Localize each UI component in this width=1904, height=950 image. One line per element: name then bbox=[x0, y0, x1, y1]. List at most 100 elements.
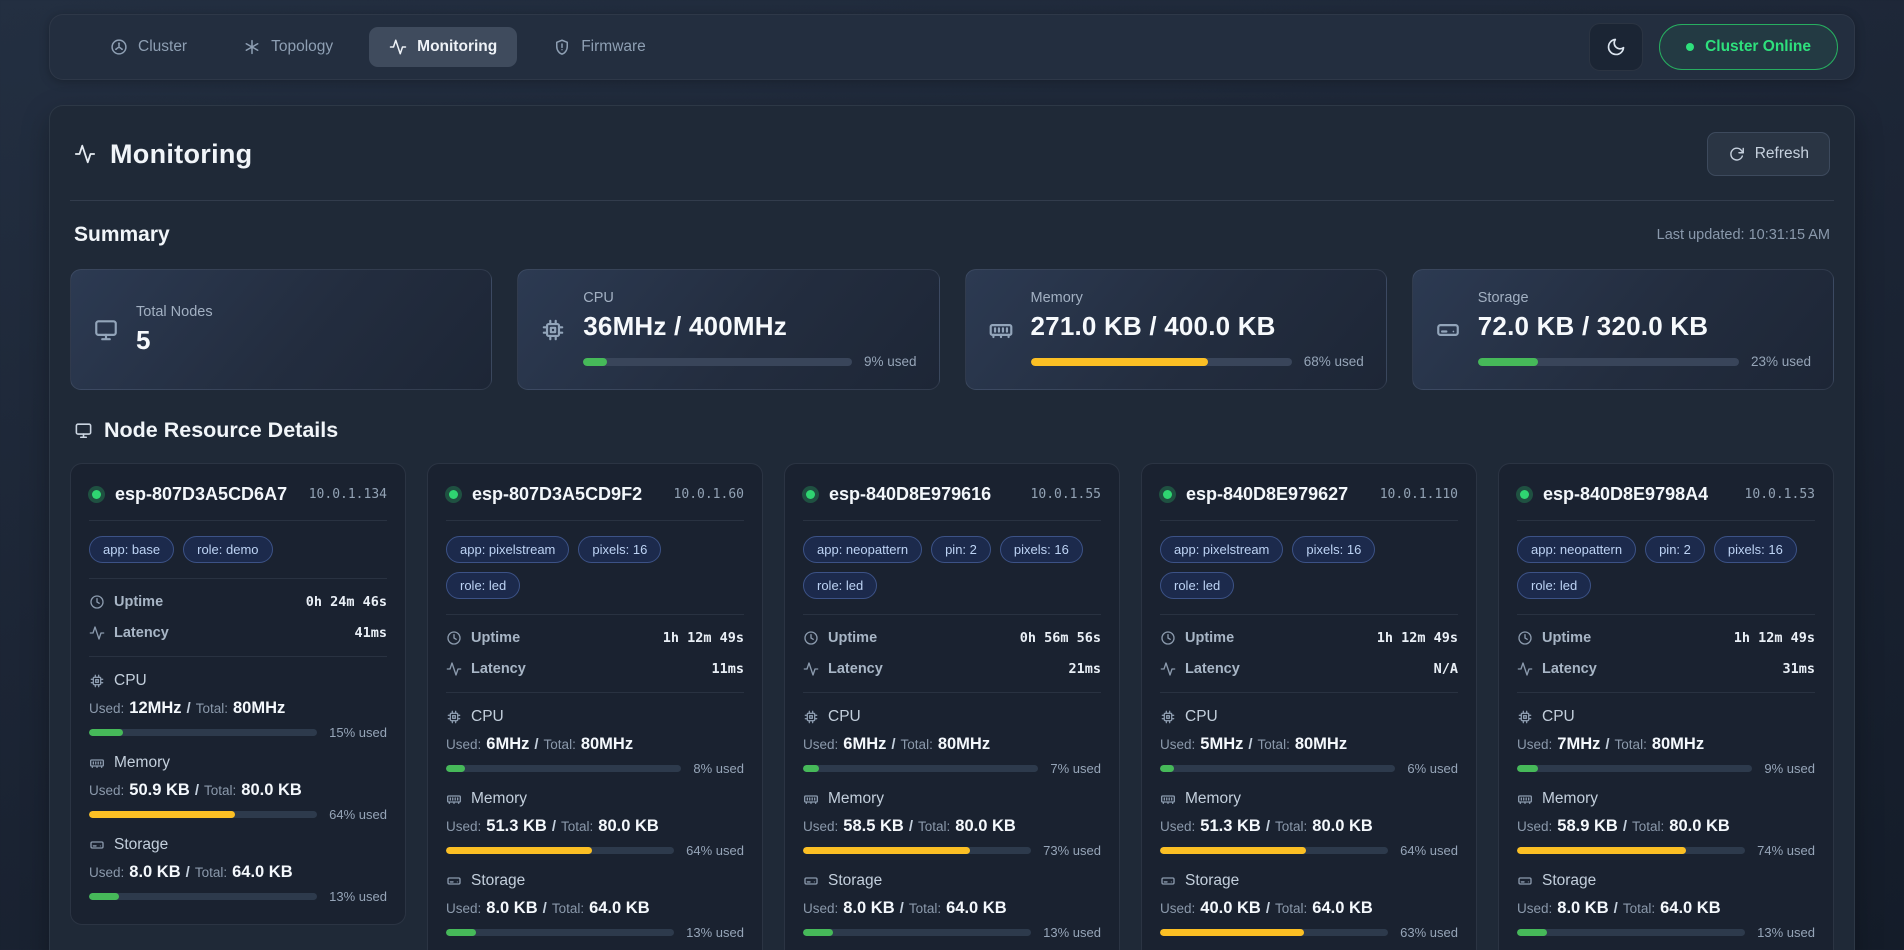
divider bbox=[89, 520, 387, 521]
used-label: Used: bbox=[89, 783, 124, 798]
progress-track bbox=[446, 765, 681, 772]
total-label: Total: bbox=[204, 783, 236, 798]
summary-card-label: Total Nodes bbox=[136, 304, 469, 320]
node-latency-value: 21ms bbox=[1068, 661, 1101, 677]
total-value: 80MHz bbox=[1295, 735, 1347, 753]
node-memory-usage: Used:51.3 KB/Total:80.0 KB bbox=[446, 817, 744, 836]
node-latency-label: Latency bbox=[803, 661, 883, 677]
memory-section-title: Memory bbox=[828, 790, 884, 808]
node-uptime-row: Uptime1h 12m 49s bbox=[446, 630, 744, 646]
usage-separator: / bbox=[186, 864, 190, 881]
node-card: esp-807D3A5CD9F210.0.1.60app: pixelstrea… bbox=[427, 463, 763, 950]
total-value: 80MHz bbox=[938, 735, 990, 753]
progress-row: 9% used bbox=[583, 354, 916, 369]
node-uptime-value: 1h 12m 49s bbox=[663, 630, 744, 646]
storage-icon bbox=[89, 837, 105, 853]
total-value: 64.0 KB bbox=[589, 899, 650, 917]
node-latency-row: Latency 21ms bbox=[803, 661, 1101, 677]
storage-icon bbox=[1435, 317, 1461, 343]
used-value: 58.5 KB bbox=[843, 817, 904, 835]
node-online-dot bbox=[1520, 490, 1529, 499]
node-name: esp-807D3A5CD9F2 bbox=[472, 484, 642, 505]
refresh-button[interactable]: Refresh bbox=[1707, 132, 1830, 176]
node-card-header: esp-840D8E9798A410.0.1.53 bbox=[1517, 484, 1815, 505]
node-name: esp-840D8E979627 bbox=[1186, 484, 1348, 505]
used-value: 51.3 KB bbox=[486, 817, 547, 835]
node-card-header: esp-840D8E97962710.0.1.110 bbox=[1160, 484, 1458, 505]
node-memory-usage: Used:51.3 KB/Total:80.0 KB bbox=[1160, 817, 1458, 836]
node-cpu-usage: Used:6MHz/Total:80MHz bbox=[803, 735, 1101, 754]
node-badge: pixels: 16 bbox=[1714, 536, 1797, 563]
node-badge: pixels: 16 bbox=[578, 536, 661, 563]
divider bbox=[1160, 614, 1458, 615]
node-cpu-section: CPUUsed:6MHz/Total:80MHz7% used bbox=[803, 708, 1101, 776]
node-uptime-value: 0h 24m 46s bbox=[306, 594, 387, 610]
node-name: esp-840D8E9798A4 bbox=[1543, 484, 1708, 505]
node-badge: role: led bbox=[1160, 572, 1234, 599]
memory-icon bbox=[803, 791, 819, 807]
used-value: 50.9 KB bbox=[129, 781, 190, 799]
nav-tab-topology[interactable]: Topology bbox=[223, 27, 353, 67]
nav-tab-firmware[interactable]: Firmware bbox=[533, 27, 666, 67]
theme-toggle-button[interactable] bbox=[1589, 23, 1643, 71]
progress-percent-label: 64% used bbox=[1400, 843, 1458, 858]
progress-fill bbox=[1031, 358, 1209, 366]
used-value: 58.9 KB bbox=[1557, 817, 1618, 835]
progress-track bbox=[803, 765, 1038, 772]
progress-percent-label: 64% used bbox=[329, 807, 387, 822]
cluster-status-badge[interactable]: Cluster Online bbox=[1659, 24, 1838, 70]
uptime-label-text: Uptime bbox=[828, 630, 877, 646]
nav-tab-cluster[interactable]: Cluster bbox=[90, 27, 207, 67]
nav-tabs: Cluster Topology Monitoring Firmware bbox=[90, 27, 666, 67]
usage-separator: / bbox=[195, 782, 199, 799]
used-value: 40.0 KB bbox=[1200, 899, 1261, 917]
node-badges: app: neopatternpin: 2pixels: 16role: led bbox=[1517, 536, 1815, 599]
divider bbox=[446, 520, 744, 521]
node-ip: 10.0.1.134 bbox=[309, 487, 387, 502]
used-value: 6MHz bbox=[486, 735, 529, 753]
node-uptime-row: Uptime1h 12m 49s bbox=[1517, 630, 1815, 646]
divider bbox=[1160, 692, 1458, 693]
used-label: Used: bbox=[1517, 737, 1552, 752]
used-value: 7MHz bbox=[1557, 735, 1600, 753]
node-badge: app: base bbox=[89, 536, 174, 563]
node-cpu-header: CPU bbox=[89, 672, 387, 690]
cpu-icon bbox=[1160, 709, 1176, 725]
progress-percent-label: 6% used bbox=[1407, 761, 1458, 776]
latency-label-text: Latency bbox=[471, 661, 526, 677]
cpu-icon bbox=[803, 709, 819, 725]
node-latency-row: Latency11ms bbox=[446, 661, 744, 677]
used-label: Used: bbox=[803, 737, 838, 752]
summary-card-value: 36MHz / 400MHz bbox=[583, 311, 916, 342]
total-label: Total: bbox=[195, 865, 227, 880]
node-badge: role: led bbox=[446, 572, 520, 599]
progress-fill bbox=[1517, 765, 1538, 772]
progress-row: 68% used bbox=[1031, 354, 1364, 369]
usage-separator: / bbox=[891, 736, 895, 753]
used-label: Used: bbox=[803, 901, 838, 916]
page-title: Monitoring bbox=[74, 139, 252, 170]
total-value: 80.0 KB bbox=[955, 817, 1016, 835]
uptime-label-text: Uptime bbox=[114, 594, 163, 610]
divider bbox=[1517, 520, 1815, 521]
node-cpu-section: CPUUsed:5MHz/Total:80MHz6% used bbox=[1160, 708, 1458, 776]
progress-fill bbox=[803, 929, 833, 936]
progress-row: 64% used bbox=[1160, 843, 1458, 858]
cpu-section-title: CPU bbox=[828, 708, 861, 726]
storage-icon bbox=[1517, 873, 1533, 889]
progress-row: 13% used bbox=[1517, 925, 1815, 940]
moon-icon bbox=[1606, 37, 1626, 57]
total-label: Total: bbox=[1632, 819, 1664, 834]
cpu-icon bbox=[1517, 709, 1533, 725]
node-memory-header: Memory bbox=[803, 790, 1101, 808]
node-cards-grid: esp-807D3A5CD6A710.0.1.134app: baserole:… bbox=[70, 463, 1834, 950]
used-value: 8.0 KB bbox=[486, 899, 537, 917]
progress-track bbox=[89, 729, 317, 736]
progress-fill bbox=[1160, 929, 1304, 936]
nav-tab-monitoring[interactable]: Monitoring bbox=[369, 27, 517, 67]
node-memory-section: MemoryUsed:58.9 KB/Total:80.0 KB74% used bbox=[1517, 790, 1815, 858]
node-memory-usage: Used:58.9 KB/Total:80.0 KB bbox=[1517, 817, 1815, 836]
node-badge: role: led bbox=[1517, 572, 1591, 599]
activity-icon bbox=[74, 143, 96, 165]
progress-percent-label: 13% used bbox=[686, 925, 744, 940]
